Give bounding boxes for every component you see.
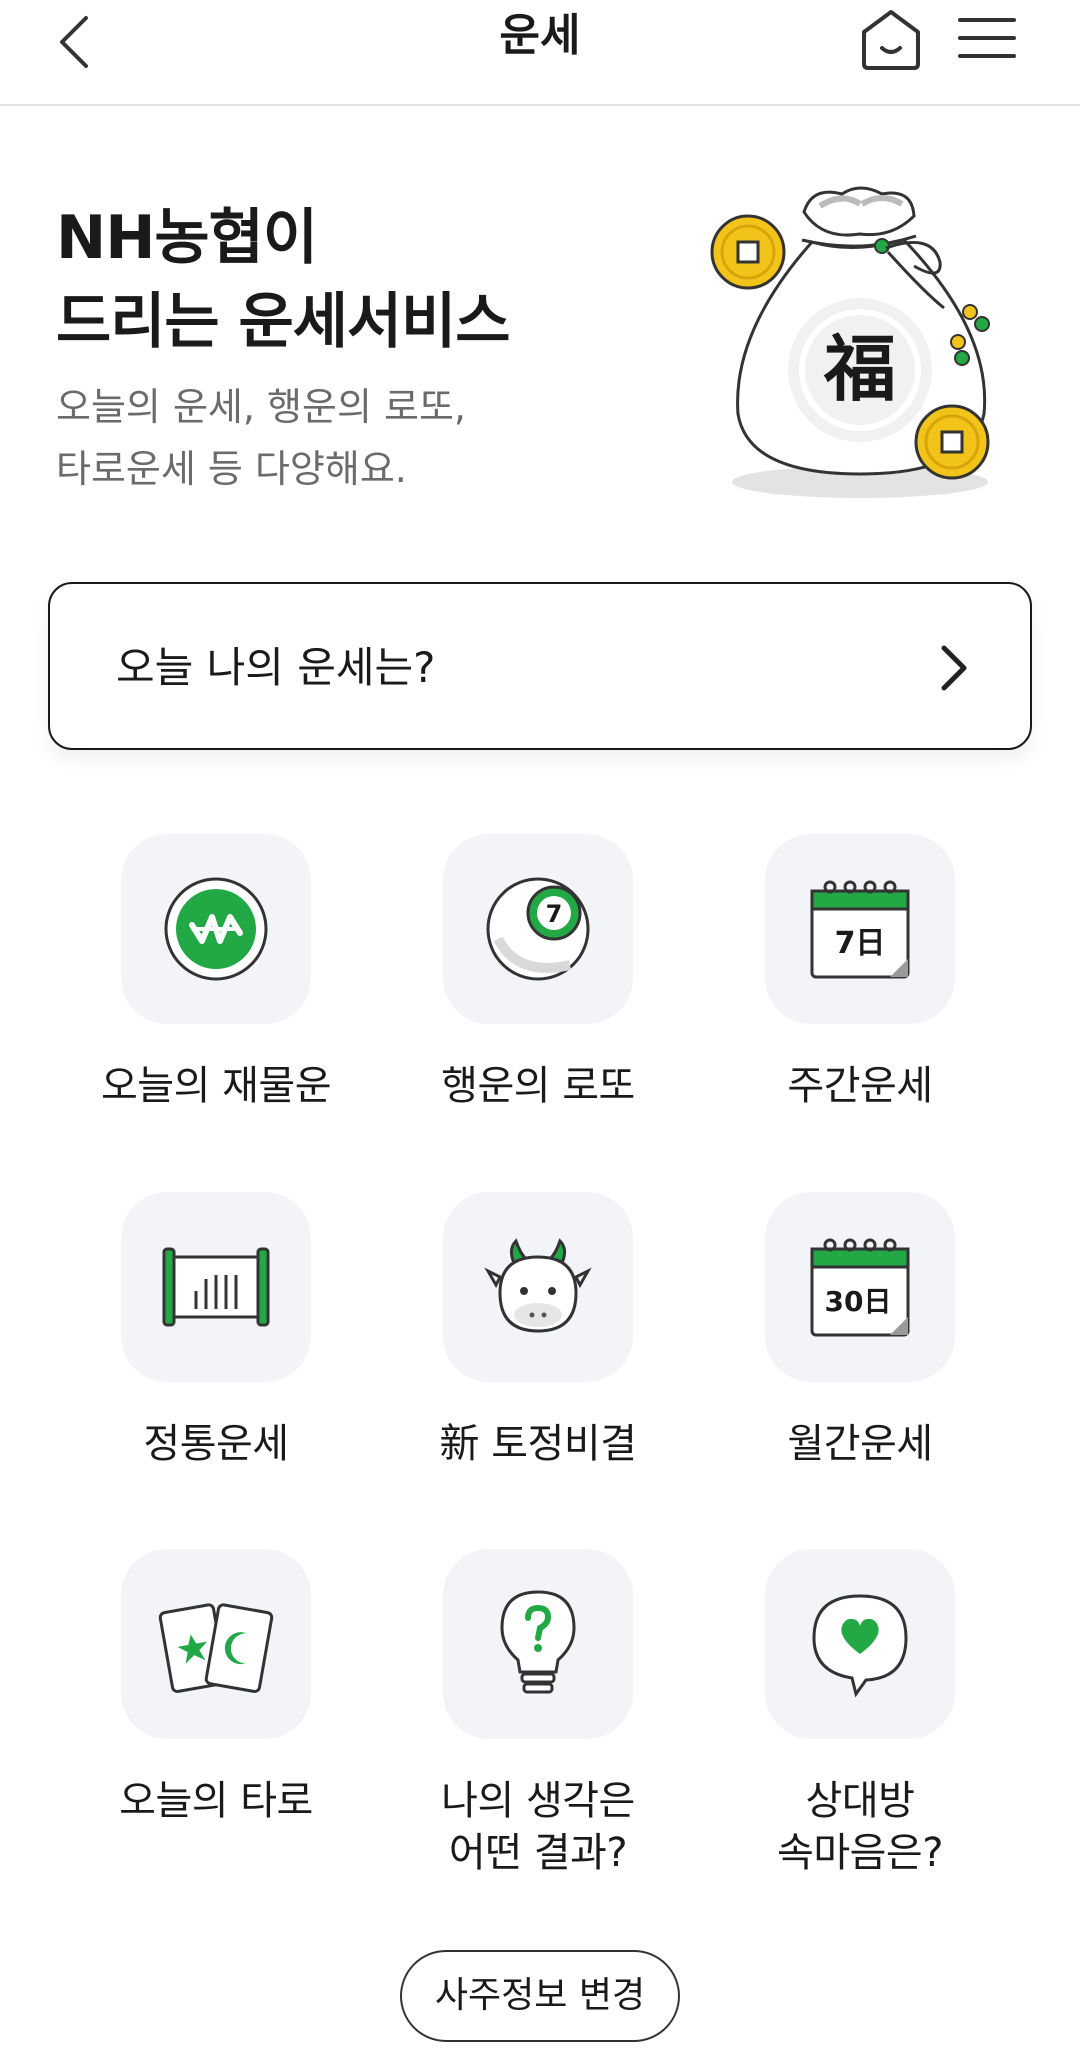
service-tile-their-heart[interactable]: 상대방 속마음은? [740,1549,980,1879]
service-icon-box [121,1192,311,1382]
service-icon-box [765,1549,955,1739]
hero-subtitle: 오늘의 운세, 행운의 로또, 타로운세 등 다양해요. [56,376,466,500]
cow-icon [484,1238,592,1333]
lotto-ball-icon: 7 [486,877,590,981]
service-icon-box [121,834,311,1024]
hero-subtitle-line1: 오늘의 운세, 행운의 로또, [56,385,466,429]
service-icon-box [121,1549,311,1739]
service-tile-tojeong[interactable]: 新 토정비결 [418,1192,658,1470]
won-coin-icon [164,877,268,981]
today-fortune-card[interactable]: 오늘 나의 운세는? [48,582,1032,750]
change-saju-button[interactable]: 사주정보 변경 [400,1950,680,2042]
bag-character: 福 [823,326,896,411]
app-header: 운세 [0,0,1080,106]
service-tile-monthly[interactable]: 30日 월간운세 [740,1192,980,1470]
service-tile-lotto[interactable]: 7 행운의 로또 [418,834,658,1112]
calendar-30-icon: 30日 [810,1238,910,1337]
calendar-text: 30日 [825,1285,892,1318]
service-icon-box: 7日 [765,834,955,1024]
service-tile-tarot[interactable]: 오늘의 타로 [96,1549,336,1827]
service-label: 정통운세 [143,1421,289,1467]
service-label: 주간운세 [787,1063,933,1109]
service-tile-wealth[interactable]: 오늘의 재물운 [96,834,336,1112]
service-icon-box: 30日 [765,1192,955,1382]
service-label: 상대방 속마음은? [777,1778,943,1876]
hero-subtitle-line2: 타로운세 등 다양해요. [56,447,407,491]
today-fortune-label: 오늘 나의 운세는? [116,643,436,692]
home-icon[interactable] [858,6,924,76]
service-label: 월간운세 [787,1421,933,1467]
service-label: 新 토정비결 [439,1421,637,1467]
service-icon-box [443,1192,633,1382]
calendar-7-icon: 7日 [810,880,910,979]
hero-title-line2: 드리는 운세서비스 [56,287,510,357]
chevron-right-icon [941,645,967,691]
service-label: 나의 생각은 어떤 결과? [441,1778,635,1876]
lotto-number: 7 [546,900,563,928]
lucky-bag-illustration: 福 [710,186,990,498]
hero-title-line1: NH농협이 [56,203,318,273]
heart-speech-bubble-icon [812,1594,908,1698]
hamburger-menu-icon[interactable] [952,8,1022,68]
service-label: 오늘의 재물운 [100,1063,332,1109]
service-icon-box [443,1549,633,1739]
service-tile-weekly[interactable]: 7日 주간운세 [740,834,980,1112]
service-tile-traditional[interactable]: 정통운세 [96,1192,336,1470]
lightbulb-question-icon [500,1590,576,1694]
service-tile-my-thought[interactable]: 나의 생각은 어떤 결과? [418,1549,658,1879]
service-icon-box: 7 [443,834,633,1024]
calendar-text: 7日 [835,926,886,961]
service-label: 행운의 로또 [441,1063,635,1109]
hero-title: NH농협이 드리는 운세서비스 [56,196,510,364]
scroll-icon [162,1247,270,1327]
service-label: 오늘의 타로 [119,1778,313,1824]
tarot-cards-icon [158,1603,274,1693]
